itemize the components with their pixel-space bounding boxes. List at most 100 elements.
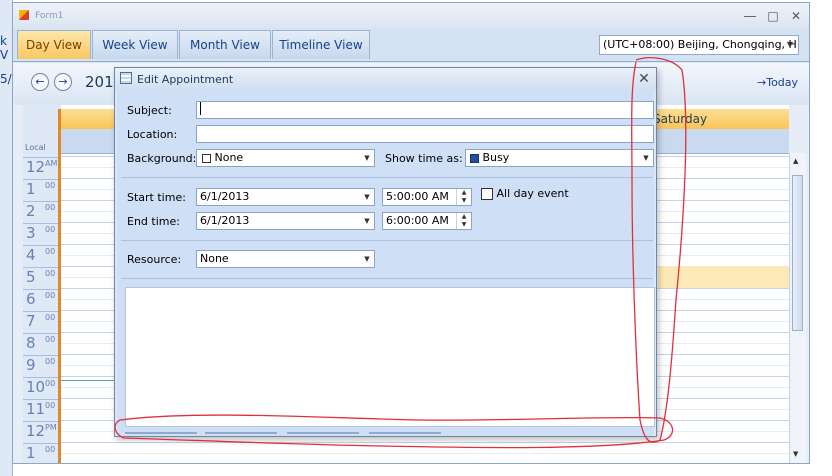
text-caret (200, 102, 201, 115)
time-ruler-label: Local (25, 143, 46, 152)
hour-suffix: 00 (45, 445, 56, 454)
background-value: None (214, 151, 244, 164)
spin-arrows-icon[interactable]: ▲ ▼ (456, 213, 471, 229)
chevron-down-icon[interactable]: ▼ (639, 150, 653, 166)
hour-suffix: 00 (45, 313, 56, 322)
chevron-down-icon[interactable]: ▼ (360, 251, 374, 267)
app-icon (19, 10, 29, 20)
hour-number: 5 (26, 268, 36, 286)
start-time-value: 5:00:00 AM (386, 190, 449, 203)
all-day-event-option[interactable]: All day event (481, 187, 569, 200)
hour-number: 10 (26, 378, 46, 396)
notes-textarea[interactable] (125, 287, 655, 427)
maximize-button[interactable]: □ (762, 7, 784, 25)
next-button[interactable]: → (54, 73, 72, 91)
day-header-label: Saturday (653, 112, 708, 126)
location-input[interactable] (196, 125, 654, 143)
resource-value: None (200, 252, 229, 265)
background-window-fragment: k V (0, 34, 9, 62)
time-slot-line (61, 442, 789, 443)
hour-label: 10 00 (23, 377, 60, 399)
timezone-select[interactable]: (UTC+08:00) Beijing, Chongqing, H ▼ (599, 35, 799, 55)
separator (121, 177, 653, 178)
end-time-spinner[interactable]: 6:00:00 AM ▲ ▼ (382, 212, 472, 230)
previous-button[interactable]: ← (31, 73, 49, 91)
tab-week-view[interactable]: Week View (92, 30, 178, 59)
end-time-label: End time: (127, 215, 180, 228)
location-label: Location: (127, 128, 178, 141)
hour-number: 9 (26, 356, 36, 374)
chevron-down-icon[interactable]: ▼ (360, 150, 374, 166)
background-select[interactable]: None ▼ (196, 149, 375, 167)
close-window-button[interactable]: ✕ (785, 7, 807, 25)
all-day-checkbox[interactable] (481, 188, 493, 200)
tab-month-view[interactable]: Month View (179, 30, 271, 59)
dialog-title: Edit Appointment (137, 73, 234, 86)
background-label: Background: (127, 152, 197, 165)
chevron-down-icon[interactable]: ▼ (360, 189, 374, 205)
hour-number: 1 (26, 444, 36, 462)
today-button[interactable]: →Today (757, 76, 798, 89)
edit-appointment-dialog: Edit Appointment ✕ Subject: Location: Ba… (114, 67, 657, 437)
hour-label: 12 PM (23, 421, 60, 443)
spin-arrows-icon[interactable]: ▲ ▼ (456, 189, 471, 205)
hour-number: 3 (26, 224, 36, 242)
end-date-select[interactable]: 6/1/2013 ▼ (196, 212, 375, 230)
start-date-value: 6/1/2013 (200, 190, 250, 203)
all-day-label: All day event (496, 187, 569, 200)
hour-suffix: 00 (45, 357, 56, 366)
hour-label: 11 00 (23, 399, 60, 421)
separator (121, 240, 653, 241)
background-window-fragment-date: 5/ (0, 72, 12, 86)
scrollbar-thumb[interactable] (792, 175, 803, 331)
tab-day-view[interactable]: Day View (17, 30, 91, 59)
vertical-scrollbar[interactable]: ▲ ▼ (789, 153, 806, 463)
hour-label: 8 00 (23, 333, 60, 355)
hour-label: 9 00 (23, 355, 60, 377)
scroll-down-icon[interactable]: ▼ (793, 450, 798, 458)
button-placeholder (287, 432, 359, 434)
hour-suffix: 00 (45, 181, 56, 190)
hour-number: 7 (26, 312, 36, 330)
window-title: Form1 (35, 11, 64, 21)
title-bar: Form1 ― □ ✕ (13, 3, 809, 29)
timezone-value: (UTC+08:00) Beijing, Chongqing, H (603, 38, 797, 51)
chevron-down-icon[interactable]: ▼ (782, 36, 798, 54)
start-date-select[interactable]: 6/1/2013 ▼ (196, 188, 375, 206)
selected-time-slot[interactable] (658, 266, 789, 288)
button-placeholder (369, 432, 441, 434)
end-time-value: 6:00:00 AM (386, 214, 449, 227)
tab-timeline-view[interactable]: Timeline View (272, 30, 370, 59)
today-label: Today (766, 76, 799, 89)
dialog-title-bar: Edit Appointment ✕ (115, 68, 656, 90)
hour-label: 12 AM (23, 157, 60, 179)
busy-swatch (470, 153, 479, 163)
show-time-as-select[interactable]: Busy ▼ (465, 149, 654, 167)
hour-number: 2 (26, 202, 36, 220)
color-swatch (202, 153, 211, 163)
start-time-spinner[interactable]: 5:00:00 AM ▲ ▼ (382, 188, 472, 206)
scroll-up-icon[interactable]: ▲ (793, 157, 798, 165)
subject-label: Subject: (127, 104, 172, 117)
hour-suffix: 00 (45, 225, 56, 234)
end-date-value: 6/1/2013 (200, 214, 250, 227)
dialog-close-button[interactable]: ✕ (635, 70, 653, 88)
hour-number: 6 (26, 290, 36, 308)
subject-input[interactable] (196, 101, 654, 119)
chevron-down-icon[interactable]: ▼ (360, 213, 374, 229)
hour-suffix: 00 (45, 335, 56, 344)
hour-label: 7 00 (23, 311, 60, 333)
hour-label: 1 00 (23, 179, 60, 201)
hour-suffix: PM (45, 423, 57, 432)
hour-number: 12 (26, 158, 46, 176)
hour-suffix: AM (45, 159, 58, 168)
hour-suffix: 00 (45, 401, 56, 410)
time-ruler: Local 12 AM 1 00 2 00 3 00 4 00 5 00 6 00 7 00 8 00 9 00 10 0… (23, 105, 60, 463)
show-time-as-value: Busy (482, 151, 510, 164)
resource-select[interactable]: None ▼ (196, 250, 375, 268)
hour-suffix: 00 (45, 269, 56, 278)
minimize-button[interactable]: ― (739, 7, 761, 25)
button-placeholder (205, 432, 277, 434)
time-slot-line (61, 453, 789, 454)
hour-suffix: 00 (45, 203, 56, 212)
